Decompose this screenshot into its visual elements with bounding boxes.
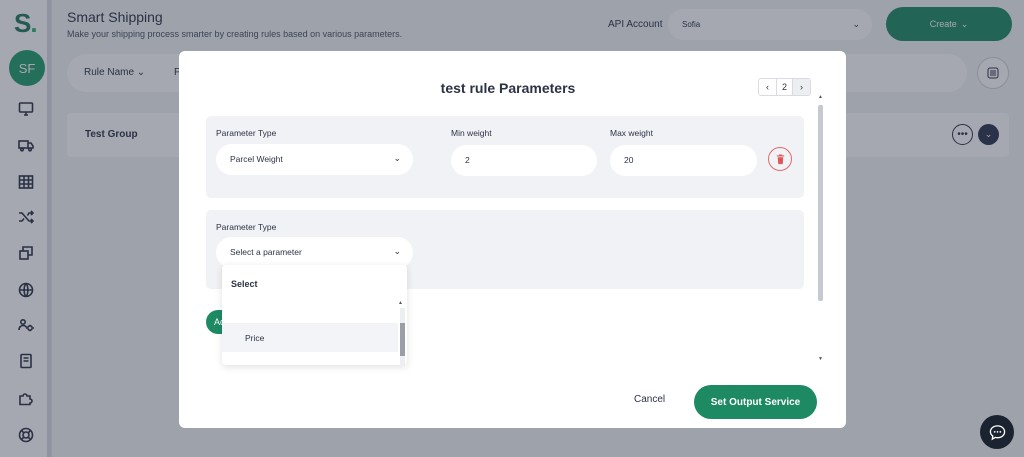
modal-scrollbar[interactable]: ▲ ▼ — [818, 94, 824, 365]
chevron-down-icon: ⌄ — [393, 246, 401, 256]
min-weight-input[interactable]: 2 — [451, 145, 597, 176]
chat-icon — [989, 424, 1005, 440]
parameters-modal: test rule Parameters ‹ 2 › Parameter Typ… — [179, 51, 846, 428]
parameter-card: Parameter Type Parcel Weight ⌄ Min weigh… — [206, 116, 804, 198]
parameter-type-placeholder: Select a parameter — [230, 247, 302, 257]
pager-current: 2 — [776, 79, 793, 95]
delete-parameter-button[interactable] — [768, 147, 792, 171]
chat-support-button[interactable] — [980, 415, 1014, 449]
parameter-type-label: Parameter Type — [216, 128, 277, 138]
pager-prev-button[interactable]: ‹ — [759, 79, 776, 95]
parameter-type-select[interactable]: Select a parameter ⌄ — [216, 237, 413, 268]
cancel-button[interactable]: Cancel — [634, 394, 665, 405]
pager: ‹ 2 › — [758, 78, 811, 96]
scroll-up-arrow-icon[interactable]: ▲ — [818, 94, 823, 100]
chevron-down-icon: ⌄ — [393, 153, 401, 163]
parameter-dropdown: Select Price Parcel Count — [222, 265, 407, 365]
scroll-down-arrow-icon[interactable]: ▼ — [818, 356, 823, 362]
max-weight-label: Max weight — [610, 128, 653, 138]
parameter-type-value: Parcel Weight — [230, 154, 283, 164]
modal-scroll-thumb[interactable] — [818, 105, 823, 301]
dropdown-option[interactable]: Price — [222, 323, 398, 352]
min-weight-label: Min weight — [451, 128, 492, 138]
pager-next-button[interactable]: › — [793, 79, 810, 95]
set-output-service-button[interactable]: Set Output Service — [694, 385, 817, 419]
min-weight-value: 2 — [465, 155, 470, 165]
scroll-up-arrow-icon[interactable]: ▲ — [398, 300, 403, 306]
dropdown-option[interactable]: Parcel Count — [222, 354, 398, 365]
dropdown-header: Select — [231, 279, 258, 289]
parameter-type-select[interactable]: Parcel Weight ⌄ — [216, 144, 413, 175]
parameter-type-label: Parameter Type — [216, 222, 277, 232]
max-weight-value: 20 — [624, 155, 634, 165]
trash-icon — [776, 153, 784, 164]
dropdown-scrollbar[interactable] — [400, 308, 405, 366]
modal-title: test rule Parameters — [440, 80, 576, 96]
dropdown-scroll-thumb[interactable] — [400, 323, 405, 356]
max-weight-input[interactable]: 20 — [610, 145, 757, 176]
